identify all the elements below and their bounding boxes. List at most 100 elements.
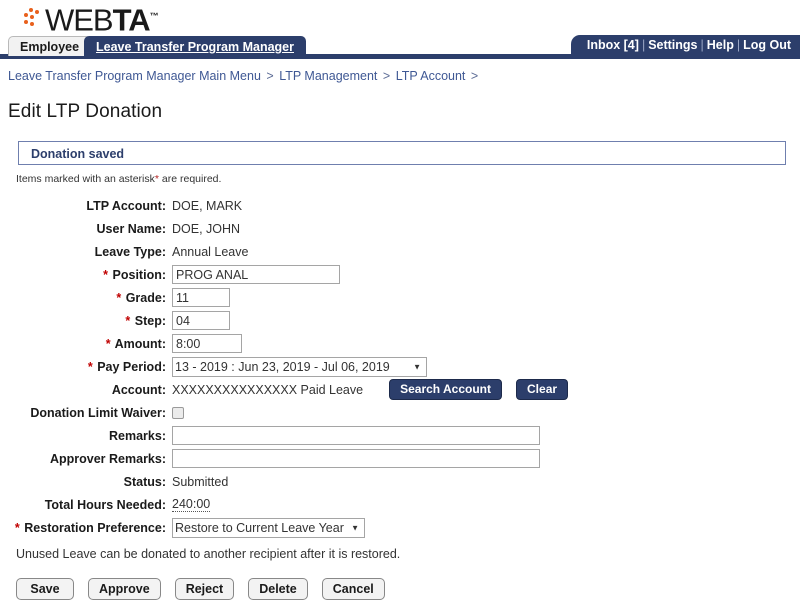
search-account-button[interactable]: Search Account xyxy=(389,379,503,400)
label-total-hours-needed: Total Hours Needed: xyxy=(44,497,166,512)
label-donation-limit-waiver: Donation Limit Waiver: xyxy=(30,405,166,420)
label-approver-remarks: Approver Remarks: xyxy=(49,451,166,466)
value-grade xyxy=(172,288,230,307)
value-position xyxy=(172,265,340,284)
label-amount-text: Amount: xyxy=(114,336,166,351)
nav-separator: | xyxy=(700,38,704,52)
label-grade: * Grade: xyxy=(0,291,172,305)
edit-ltp-donation-form: LTP Account: DOE, MARK User Name: DOE, J… xyxy=(0,195,800,538)
donation-limit-waiver-checkbox[interactable] xyxy=(172,406,184,419)
required-asterisk: * xyxy=(105,336,111,351)
nav-help-link[interactable]: Help xyxy=(707,38,734,52)
label-position: * Position: xyxy=(0,268,172,282)
approve-button[interactable]: Approve xyxy=(88,578,161,600)
page-title: Edit LTP Donation xyxy=(8,101,163,122)
field-row-amount: * Amount: xyxy=(0,333,800,354)
restoration-footnote: Unused Leave can be donated to another r… xyxy=(16,547,401,561)
reject-button[interactable]: Reject xyxy=(174,578,235,600)
field-row-position: * Position: xyxy=(0,264,800,285)
field-row-leave-type: Leave Type: Annual Leave xyxy=(0,241,800,262)
total-hours-needed-value: 240:00 xyxy=(172,497,211,512)
label-user-name: User Name: xyxy=(96,221,166,236)
nav-separator: | xyxy=(736,38,741,52)
required-note-post: are required. xyxy=(158,173,222,185)
field-row-pay-period: * Pay Period: 13 - 2019 : Jun 23, 2019 -… xyxy=(0,356,800,377)
clear-account-button[interactable]: Clear xyxy=(516,379,569,400)
required-asterisk: * xyxy=(14,520,20,535)
label-grade-text: Grade: xyxy=(125,290,166,305)
field-row-account: Account: XXXXXXXXXXXXXXX Paid Leave Sear… xyxy=(0,379,800,400)
value-pay-period: 13 - 2019 : Jun 23, 2019 - Jul 06, 2019 … xyxy=(172,356,427,377)
value-restoration-preference: Restore to Current Leave Year ▼ xyxy=(172,517,365,538)
cancel-button[interactable]: Cancel xyxy=(321,578,385,600)
breadcrumb-item-ltp-management[interactable]: LTP Management xyxy=(279,69,377,83)
value-step xyxy=(172,311,230,330)
field-row-approver-remarks: Approver Remarks: xyxy=(0,448,800,469)
breadcrumb-trailing-separator: > xyxy=(470,69,479,83)
required-asterisk: * xyxy=(87,359,93,374)
field-row-grade: * Grade: xyxy=(0,287,800,308)
value-ltp-account: DOE, MARK xyxy=(172,198,243,213)
position-input[interactable] xyxy=(172,265,340,284)
grade-input[interactable] xyxy=(172,288,230,307)
status-message-text: Donation saved xyxy=(31,147,125,161)
required-note-pre: Items marked with an asterisk xyxy=(16,173,155,185)
status-message-box: Donation saved xyxy=(18,141,786,165)
label-pay-period: * Pay Period: xyxy=(0,360,172,374)
field-row-ltp-account: LTP Account: DOE, MARK xyxy=(0,195,800,216)
amount-input[interactable] xyxy=(172,334,242,353)
account-number-text: XXXXXXXXXXXXXXX Paid Leave xyxy=(172,382,364,397)
step-input[interactable] xyxy=(172,311,230,330)
label-ltp-account: LTP Account: xyxy=(86,198,166,213)
remarks-input[interactable] xyxy=(172,426,540,445)
value-leave-type: Annual Leave xyxy=(172,244,249,259)
save-button[interactable]: Save xyxy=(16,578,74,600)
label-remarks: Remarks: xyxy=(109,428,166,443)
logo-wordmark: WEBTA™ xyxy=(45,1,159,35)
label-position-text: Position: xyxy=(112,267,166,282)
tab-leave-transfer-program-manager[interactable]: Leave Transfer Program Manager xyxy=(84,36,306,56)
pay-period-select-wrapper: 13 - 2019 : Jun 23, 2019 - Jul 06, 2019 … xyxy=(172,356,427,377)
required-asterisk: * xyxy=(103,267,109,282)
top-navigation: Inbox [4] | Settings | Help | Log Out xyxy=(570,35,800,55)
breadcrumb: Leave Transfer Program Manager Main Menu… xyxy=(0,59,800,83)
breadcrumb-item-main-menu[interactable]: Leave Transfer Program Manager Main Menu xyxy=(8,69,261,83)
field-row-restoration-preference: * Restoration Preference: Restore to Cur… xyxy=(0,517,800,538)
label-account: Account: xyxy=(111,382,166,397)
required-asterisk: * xyxy=(116,290,122,305)
value-account: XXXXXXXXXXXXXXX Paid Leave Search Accoun… xyxy=(172,379,569,400)
tab-leave-transfer-program-manager-label: Leave Transfer Program Manager xyxy=(96,40,294,54)
approver-remarks-input[interactable] xyxy=(172,449,540,468)
logo-trademark: ™ xyxy=(149,10,159,21)
nav-inbox-link[interactable]: Inbox [4] xyxy=(587,38,639,52)
webta-logo: WEBTA™ xyxy=(24,1,159,35)
tab-employee[interactable]: Employee xyxy=(8,36,92,56)
value-user-name: DOE, JOHN xyxy=(172,221,241,236)
label-status: Status: xyxy=(123,474,166,489)
label-restoration-preference-text: Restoration Preference: xyxy=(24,520,166,535)
nav-settings-link[interactable]: Settings xyxy=(648,38,697,52)
nav-logout-link[interactable]: Log Out xyxy=(743,38,791,52)
value-status: Submitted xyxy=(172,474,229,489)
restoration-preference-select[interactable]: Restore to Current Leave Year xyxy=(172,517,365,538)
field-row-status: Status: Submitted xyxy=(0,471,800,492)
label-restoration-preference: * Restoration Preference: xyxy=(0,521,172,535)
value-donation-limit-waiver xyxy=(172,406,184,419)
label-leave-type: Leave Type: xyxy=(94,244,166,259)
restoration-preference-select-wrapper: Restore to Current Leave Year ▼ xyxy=(172,517,365,538)
required-asterisk: * xyxy=(125,313,131,328)
field-row-donation-limit-waiver: Donation Limit Waiver: xyxy=(0,402,800,423)
label-step: * Step: xyxy=(0,314,172,328)
value-amount xyxy=(172,334,242,353)
pay-period-select[interactable]: 13 - 2019 : Jun 23, 2019 - Jul 06, 2019 xyxy=(172,356,427,377)
delete-button[interactable]: Delete xyxy=(248,578,308,600)
breadcrumb-separator: > xyxy=(382,69,391,83)
label-pay-period-text: Pay Period: xyxy=(97,359,166,374)
label-amount: * Amount: xyxy=(0,337,172,351)
nav-separator: | xyxy=(641,38,646,52)
breadcrumb-item-ltp-account[interactable]: LTP Account xyxy=(396,69,466,83)
field-row-step: * Step: xyxy=(0,310,800,331)
breadcrumb-separator: > xyxy=(266,69,274,83)
field-row-remarks: Remarks: xyxy=(0,425,800,446)
required-fields-note: Items marked with an asterisk* are requi… xyxy=(16,173,800,185)
